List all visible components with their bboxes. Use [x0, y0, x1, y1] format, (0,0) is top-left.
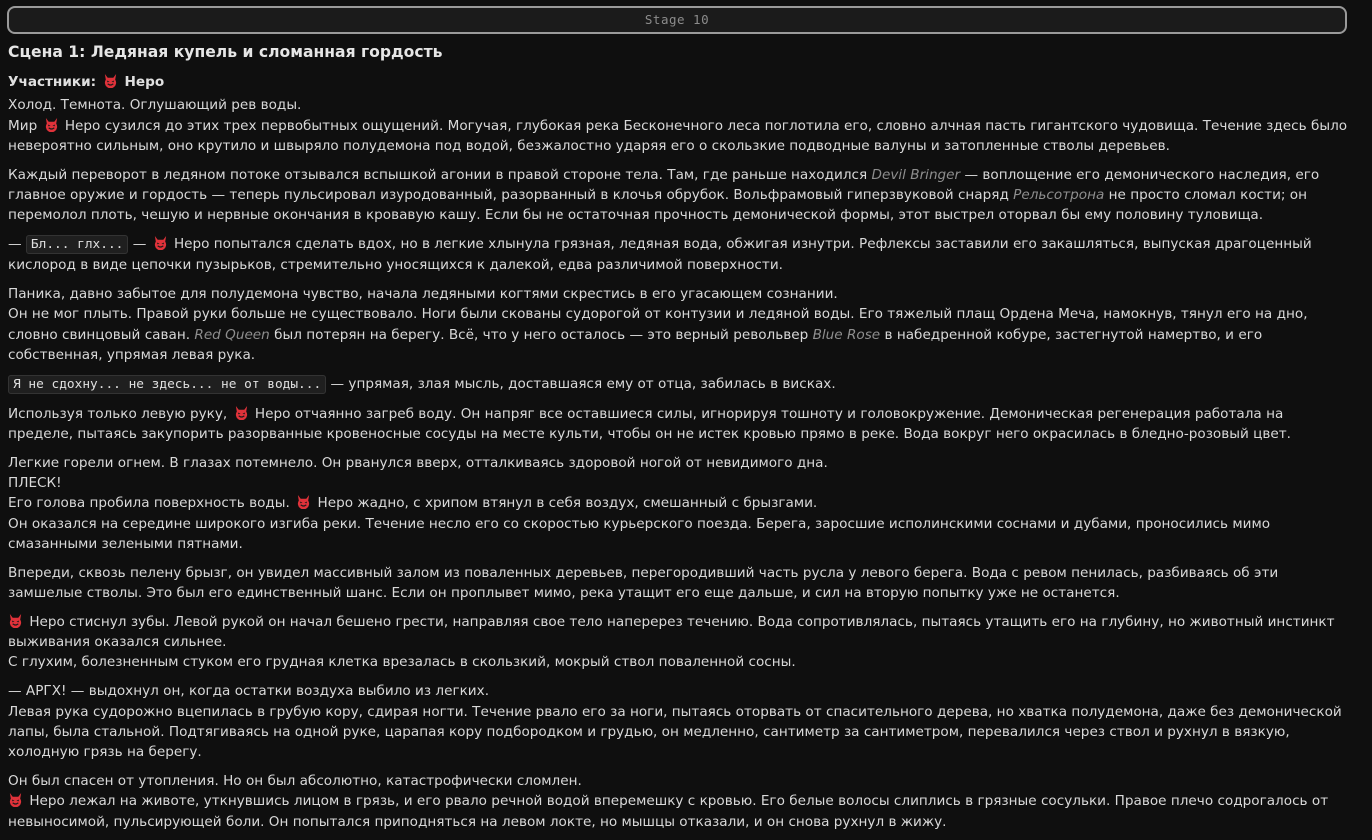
red-queen-term: Red Queen [194, 326, 270, 343]
paragraph-9: Неро стиснул зубы. Левой рукой он начал … [8, 613, 1335, 671]
paragraph-10: — АРГХ! — выдохнул он, когда остатки воз… [8, 683, 1342, 761]
devil-face-icon [235, 405, 247, 420]
blue-rose-term: Blue Rose [812, 326, 881, 343]
paragraph-7: Легкие горели огнем. В глазах потемнело.… [8, 454, 1271, 552]
scene-title: Сцена 1: Ледяная купель и сломанная горд… [8, 43, 443, 61]
devil-face-icon [9, 613, 22, 628]
character-name: Неро [124, 74, 165, 90]
paragraph-5: Я не сдохну... не здесь... не от воды...… [8, 374, 1348, 395]
paragraph-2: Каждый переворот в ледяном потоке отзыва… [8, 166, 1320, 224]
devil-face-icon [104, 73, 116, 88]
story-content: Сцена 1: Ледяная купель и сломанная горд… [8, 40, 1348, 840]
paragraph-6: Используя только левую руку, Неро отчаян… [8, 405, 1292, 442]
thought-code: Я не сдохну... не здесь... не от воды... [8, 374, 327, 394]
devil-face-icon [298, 495, 310, 510]
devil-face-icon [45, 117, 57, 132]
participants-line: Участники: Неро [8, 72, 1348, 92]
stage-indicator[interactable]: Stage 10 [7, 6, 1347, 34]
paragraph-3: — Бл... глх... — Неро попытался сделать … [8, 235, 1312, 274]
paragraph-4: Паника, давно забытое для полудемона чув… [8, 286, 1308, 364]
paragraph-8: Впереди, сквозь пелену брызг, он увидел … [8, 564, 1279, 602]
devil-bringer-term: Devil Bringer [871, 166, 961, 183]
participants-label: Участники: [8, 74, 97, 90]
devil-face-icon [9, 793, 22, 808]
devil-face-icon [154, 236, 166, 251]
paragraph-1: Холод. Темнота. Оглушающий рев воды. Мир… [8, 97, 1348, 154]
paragraph-11: Он был спасен от утопления. Но он был аб… [8, 772, 1329, 830]
railgun-term: Рельсотрона [1013, 186, 1105, 203]
speech-code: Бл... глх... [25, 235, 129, 255]
